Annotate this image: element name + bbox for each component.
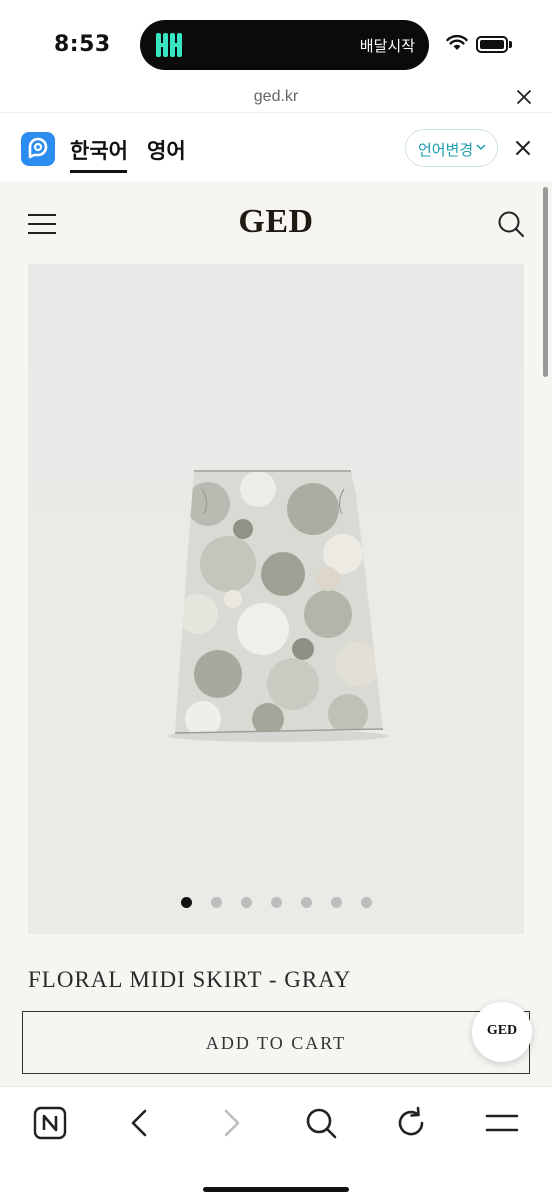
change-language-button[interactable]: 언어변경 bbox=[405, 129, 498, 167]
island-status-text: 배달시작 bbox=[359, 37, 415, 55]
chevron-down-icon bbox=[476, 144, 486, 151]
translate-bar: 한국어 영어 언어변경 bbox=[0, 112, 552, 180]
search-icon[interactable] bbox=[303, 1105, 339, 1141]
wifi-icon bbox=[446, 34, 468, 50]
web-page: GED FLORAL MIDI SKIRT - GRAY ADD TO CART… bbox=[0, 181, 552, 1086]
active-tab-underline bbox=[70, 170, 127, 173]
add-to-cart-button[interactable]: ADD TO CART bbox=[22, 1011, 530, 1074]
browser-toolbar bbox=[0, 1086, 552, 1200]
battery-nub bbox=[509, 41, 512, 48]
menu-icon[interactable] bbox=[484, 1105, 520, 1141]
back-icon[interactable] bbox=[122, 1105, 158, 1141]
carousel-dot[interactable] bbox=[360, 897, 372, 908]
change-language-label: 언어변경 bbox=[418, 141, 474, 159]
carousel-dot[interactable] bbox=[210, 897, 222, 908]
search-icon[interactable] bbox=[496, 209, 526, 239]
carousel-dots bbox=[28, 897, 524, 908]
battery-icon bbox=[476, 36, 508, 53]
close-translate-icon[interactable] bbox=[515, 140, 531, 156]
carousel-dot[interactable] bbox=[240, 897, 252, 908]
site-logo[interactable]: GED bbox=[0, 203, 552, 241]
close-icon[interactable] bbox=[515, 88, 533, 106]
carousel-dot[interactable] bbox=[270, 897, 282, 908]
home-indicator[interactable] bbox=[203, 1187, 349, 1192]
carousel-dot[interactable] bbox=[330, 897, 342, 908]
status-time: 8:53 bbox=[54, 32, 111, 57]
skirt-image bbox=[28, 264, 524, 934]
product-image-carousel[interactable] bbox=[28, 264, 524, 934]
delivery-app-icon bbox=[154, 30, 184, 60]
papago-translate-icon[interactable] bbox=[21, 132, 55, 166]
product-title: FLORAL MIDI SKIRT - GRAY bbox=[28, 967, 352, 992]
url-domain[interactable]: ged.kr bbox=[0, 88, 552, 106]
dynamic-island[interactable]: 배달시작 bbox=[140, 20, 429, 70]
forward-icon[interactable] bbox=[213, 1105, 249, 1141]
tab-source-language[interactable]: 한국어 bbox=[70, 135, 128, 165]
naver-home-icon[interactable] bbox=[32, 1105, 68, 1141]
address-bar[interactable]: ged.kr bbox=[0, 86, 552, 112]
status-bar: 8:53 배달시작 bbox=[0, 0, 552, 86]
carousel-dot[interactable] bbox=[300, 897, 312, 908]
ged-floating-button[interactable]: GED bbox=[472, 1002, 532, 1062]
carousel-dot[interactable] bbox=[180, 897, 192, 908]
tab-target-language[interactable]: 영어 bbox=[147, 135, 186, 165]
refresh-icon[interactable] bbox=[393, 1105, 429, 1141]
